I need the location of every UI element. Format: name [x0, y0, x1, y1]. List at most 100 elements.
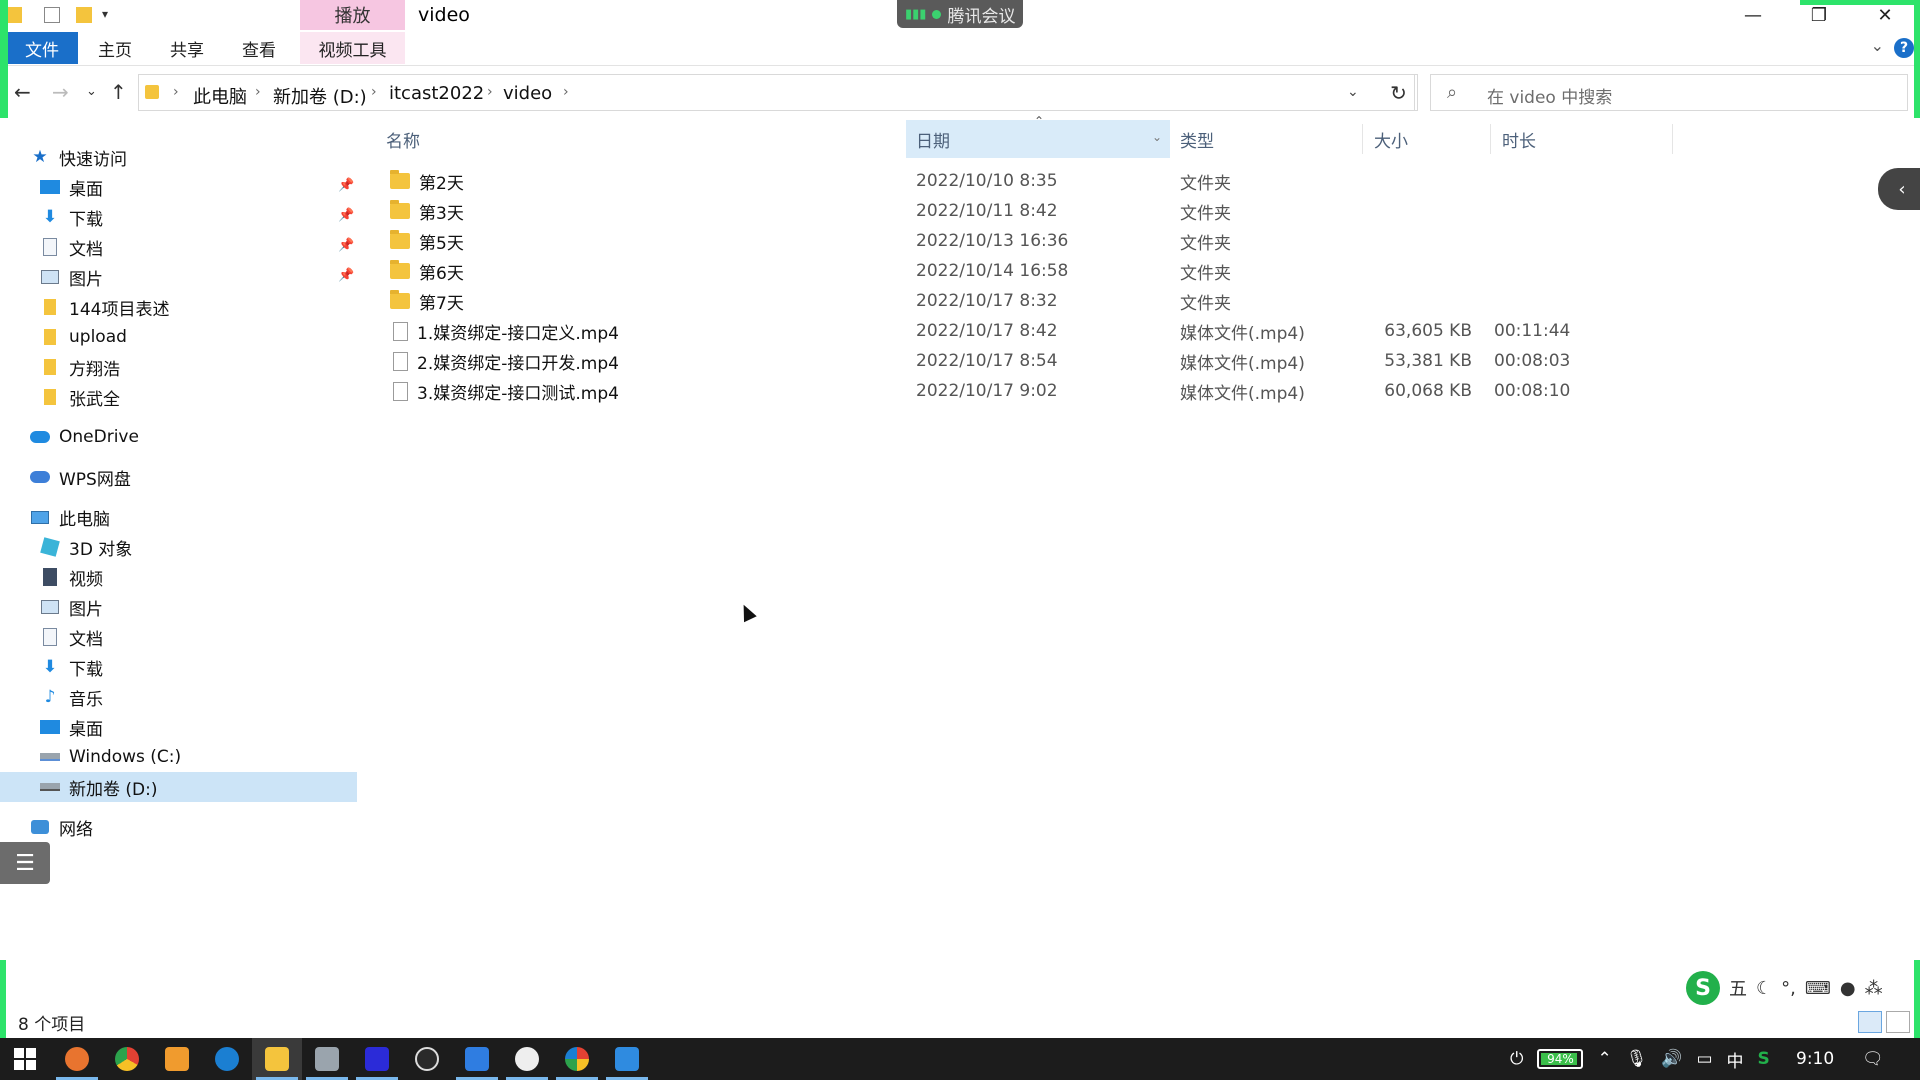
nav-network[interactable]: 网络 [30, 812, 93, 842]
large-icons-view-button[interactable] [1886, 1011, 1910, 1033]
taskbar-app-explorer[interactable] [252, 1038, 302, 1080]
chevron-right-icon[interactable]: › [255, 84, 261, 100]
column-header-type[interactable]: 类型 [1170, 120, 1362, 158]
refresh-button[interactable]: ↻ [1380, 74, 1418, 111]
nav-folder-fangxianghao[interactable]: 方翔浩 [40, 352, 120, 382]
column-header-name[interactable]: 名称 [368, 120, 906, 158]
nav-pictures-pinned[interactable]: 图片 [40, 262, 103, 292]
expand-ribbon-icon[interactable]: ⌄ [1871, 36, 1884, 55]
nav-wps-drive[interactable]: WPS网盘 [30, 462, 131, 492]
nav-onedrive[interactable]: OneDrive [30, 422, 139, 452]
tab-view[interactable]: 查看 [228, 32, 290, 64]
breadcrumb-this-pc[interactable]: 此电脑 [193, 83, 247, 109]
nav-drive-d[interactable]: 新加卷 (D:) [0, 772, 357, 802]
file-name-cell[interactable]: 第6天 [390, 256, 464, 286]
up-icon[interactable]: ↑ [110, 80, 127, 104]
chevron-right-icon[interactable]: › [173, 84, 179, 100]
ime-language[interactable]: 中 [1727, 1047, 1744, 1072]
nav-documents-pinned[interactable]: 文档 [40, 232, 103, 262]
nav-desktop[interactable]: 桌面 [40, 712, 103, 742]
tab-video-tools[interactable]: 视频工具 [300, 32, 405, 64]
taskbar-app-obs[interactable] [402, 1038, 452, 1080]
user-icon[interactable]: ● [1840, 978, 1856, 999]
taskbar-app-vm[interactable] [152, 1038, 202, 1080]
nav-quick-access[interactable]: ★ 快速访问 [30, 142, 127, 172]
file-name-cell[interactable]: 第7天 [390, 286, 464, 316]
nav-folder-144[interactable]: 144项目表述 [40, 292, 169, 322]
column-header-date[interactable]: 日期 ⌃ ⌄ [906, 114, 1170, 158]
apps-grid-icon[interactable]: ⁂ [1865, 978, 1883, 999]
address-bar[interactable]: › 此电脑 › 新加卷 (D:) › itcast2022 › video › … [138, 74, 1415, 111]
file-row[interactable]: 3.媒资绑定-接口测试.mp4 2022/10/17 9:02 媒体文件(.mp4)… [368, 376, 1920, 406]
column-header-duration[interactable]: 时长 [1492, 120, 1672, 158]
network-display-icon[interactable]: ▭ [1696, 1049, 1712, 1069]
nav-desktop-pinned[interactable]: 桌面 [40, 172, 103, 202]
forward-icon[interactable]: → [52, 80, 69, 104]
details-view-button[interactable] [1858, 1011, 1882, 1033]
taskbar-app-notepad[interactable] [302, 1038, 352, 1080]
nav-downloads-pinned[interactable]: ⬇ 下载 [40, 202, 103, 232]
keyboard-icon[interactable]: ⌨ [1805, 978, 1831, 999]
tab-file[interactable]: 文件 [6, 32, 78, 64]
minimize-button[interactable]: — [1722, 0, 1784, 30]
pin-icon[interactable]: 📌 [338, 238, 354, 253]
start-button[interactable] [0, 1038, 50, 1080]
file-name-cell[interactable]: 第5天 [390, 226, 464, 256]
recent-locations-icon[interactable]: ⌄ [86, 84, 97, 99]
sogou-tray-icon[interactable]: S [1758, 1049, 1770, 1069]
nav-documents[interactable]: 文档 [40, 622, 103, 652]
taskbar-app-edge[interactable] [202, 1038, 252, 1080]
chevron-right-icon[interactable]: › [563, 84, 569, 100]
chevron-right-icon[interactable]: › [371, 84, 377, 100]
battery-indicator[interactable]: 94% [1537, 1049, 1584, 1069]
chevron-down-icon[interactable]: ▾ [102, 7, 118, 23]
help-icon[interactable]: ? [1894, 38, 1914, 58]
ime-mode[interactable]: 五 [1729, 975, 1747, 1001]
taskbar-app-chrome[interactable] [102, 1038, 152, 1080]
meeting-indicator[interactable]: ▮▮▮ 腾讯会议 [897, 0, 1023, 28]
breadcrumb-itcast2022[interactable]: itcast2022 [389, 83, 484, 104]
properties-icon[interactable] [44, 7, 60, 23]
nav-videos[interactable]: 视频 [40, 562, 103, 592]
address-dropdown-icon[interactable]: ⌄ [1347, 84, 1359, 100]
nav-3d-objects[interactable]: 3D 对象 [40, 532, 132, 562]
file-row[interactable]: 第5天 2022/10/13 16:36 文件夹 [368, 226, 1920, 256]
taskbar-app-idea[interactable] [352, 1038, 402, 1080]
file-row[interactable]: 第3天 2022/10/11 8:42 文件夹 [368, 196, 1920, 226]
column-divider[interactable] [1672, 124, 1673, 154]
chevron-up-icon[interactable]: ⌃ [1597, 1049, 1611, 1069]
file-row[interactable]: 2.媒资绑定-接口开发.mp4 2022/10/17 8:54 媒体文件(.mp4)… [368, 346, 1920, 376]
list-toggle-button[interactable]: ☰ [0, 842, 50, 884]
nav-drive-c[interactable]: Windows (C:) [40, 742, 181, 772]
tab-home[interactable]: 主页 [84, 32, 146, 64]
nav-music[interactable]: ♪ 音乐 [40, 682, 103, 712]
nav-folder-zhangwuquan[interactable]: 张武全 [40, 382, 120, 412]
punctuation-icon[interactable]: °, [1781, 978, 1796, 999]
column-header-size[interactable]: 大小 [1364, 120, 1490, 158]
file-name-cell[interactable]: 第2天 [390, 166, 464, 196]
pin-icon[interactable]: 📌 [338, 178, 354, 193]
notification-center-icon[interactable]: 🗨 [1862, 1038, 1884, 1080]
nav-pictures[interactable]: 图片 [40, 592, 103, 622]
taskbar-app-browser[interactable] [52, 1038, 102, 1080]
file-name-cell[interactable]: 3.媒资绑定-接口测试.mp4 [390, 376, 619, 406]
file-row[interactable]: 第7天 2022/10/17 8:32 文件夹 [368, 286, 1920, 316]
nav-this-pc[interactable]: 此电脑 [30, 502, 110, 532]
file-row[interactable]: 第6天 2022/10/14 16:58 文件夹 [368, 256, 1920, 286]
speaker-icon[interactable]: 🔊 [1661, 1049, 1682, 1069]
tab-share[interactable]: 共享 [156, 32, 218, 64]
nav-folder-upload[interactable]: upload [40, 322, 127, 352]
pin-icon[interactable]: 📌 [338, 208, 354, 223]
file-row[interactable]: 第2天 2022/10/10 8:35 文件夹 [368, 166, 1920, 196]
moon-icon[interactable]: ☾ [1756, 978, 1772, 999]
taskbar-app-picker[interactable] [552, 1038, 602, 1080]
file-name-cell[interactable]: 1.媒资绑定-接口定义.mp4 [390, 316, 619, 346]
taskbar-app-window[interactable] [602, 1038, 652, 1080]
column-divider[interactable] [1490, 124, 1491, 154]
column-divider[interactable] [1362, 124, 1363, 154]
back-icon[interactable]: ← [14, 80, 31, 104]
breadcrumb-drive-d[interactable]: 新加卷 (D:) [273, 83, 367, 109]
sogou-ime-logo[interactable]: S [1686, 971, 1720, 1005]
taskbar-app-recorder[interactable] [502, 1038, 552, 1080]
collapse-panel-button[interactable]: ‹ [1878, 168, 1920, 210]
